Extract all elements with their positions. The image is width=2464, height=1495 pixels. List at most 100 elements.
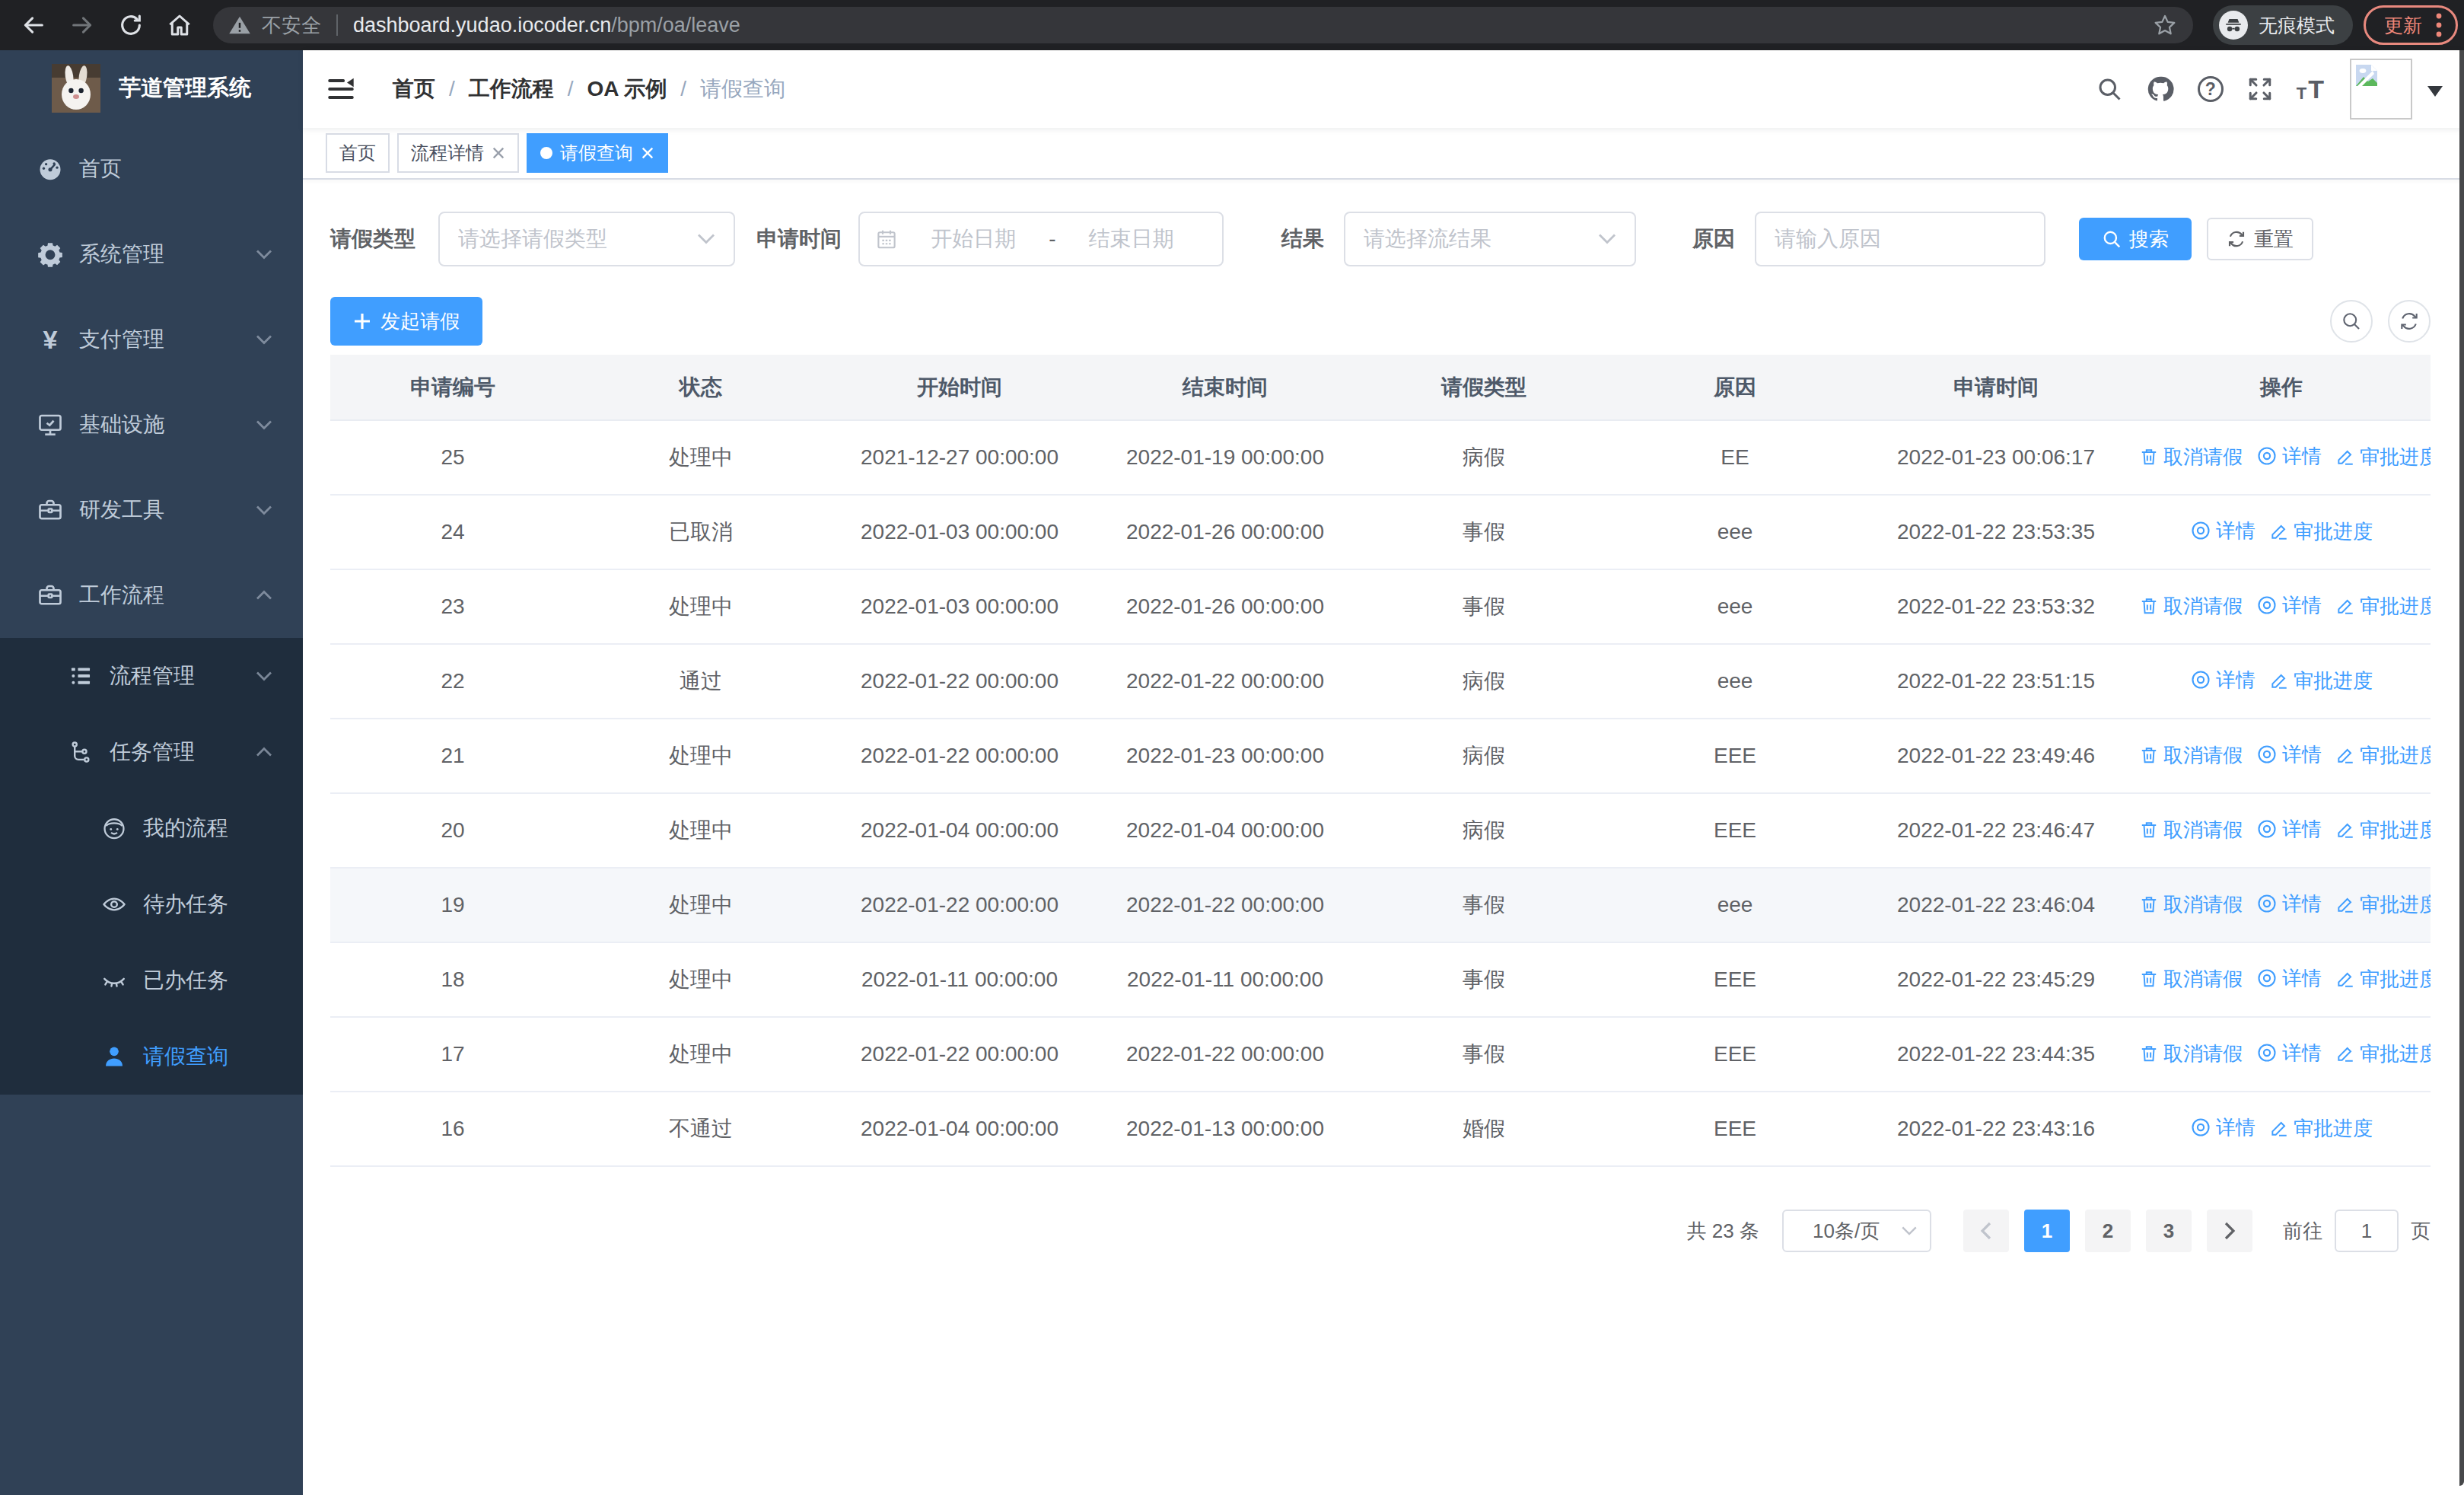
app-logo[interactable]: 芋道管理系统 xyxy=(0,50,303,126)
cancel-leave-link[interactable]: 取消请假 xyxy=(2139,593,2243,620)
cancel-leave-link[interactable]: 取消请假 xyxy=(2139,1041,2243,1067)
refresh-button[interactable] xyxy=(2388,300,2431,343)
detail-link[interactable]: 详情 xyxy=(2256,1040,2322,1066)
cell-actions: 取消请假详情审批进度 xyxy=(2132,1017,2431,1092)
progress-link[interactable]: 审批进度 xyxy=(2335,444,2431,470)
workflow-submenu: 流程管理 任务管理 我的流程 待办任务 xyxy=(0,638,303,1095)
chevron-down-icon[interactable] xyxy=(2427,86,2443,104)
toolbar: 发起请假 xyxy=(330,297,2431,346)
start-date-input[interactable]: 开始日期 xyxy=(931,225,1016,253)
tab-home[interactable]: 首页 xyxy=(326,133,390,173)
cancel-leave-link[interactable]: 取消请假 xyxy=(2139,891,2243,918)
close-icon[interactable] xyxy=(492,146,505,160)
page-button-2[interactable]: 2 xyxy=(2085,1210,2131,1252)
help-icon[interactable]: ? xyxy=(2198,76,2224,102)
home-icon[interactable] xyxy=(155,1,204,49)
sidebar-item-process-mgmt[interactable]: 流程管理 xyxy=(0,638,303,714)
dashboard-icon xyxy=(37,155,64,183)
reset-button[interactable]: 重置 xyxy=(2207,218,2313,260)
sidebar-item-system[interactable]: 系统管理 xyxy=(0,212,303,297)
cell-status: 处理中 xyxy=(575,420,826,495)
tab-label: 请假查询 xyxy=(560,141,633,165)
tab-leave-query[interactable]: 请假查询 xyxy=(527,133,668,173)
breadcrumb-workflow[interactable]: 工作流程 xyxy=(469,75,554,104)
progress-link[interactable]: 审批进度 xyxy=(2335,593,2431,620)
goto-page-input[interactable]: 1 xyxy=(2335,1210,2399,1252)
progress-link[interactable]: 审批进度 xyxy=(2335,1041,2431,1067)
sidebar-item-label: 流程管理 xyxy=(110,661,256,690)
page-button-1[interactable]: 1 xyxy=(2024,1210,2070,1252)
github-icon[interactable] xyxy=(2146,75,2175,104)
bookmark-star-icon[interactable] xyxy=(2152,12,2178,38)
cancel-leave-link[interactable]: 取消请假 xyxy=(2139,817,2243,843)
sidebar-item-infra[interactable]: 基础设施 xyxy=(0,382,303,467)
table-row: 25处理中2021-12-27 00:00:002022-01-19 00:00… xyxy=(330,420,2431,495)
progress-link[interactable]: 审批进度 xyxy=(2335,742,2431,769)
show-search-button[interactable] xyxy=(2330,300,2373,343)
reason-input[interactable]: 请输入原因 xyxy=(1755,212,2045,266)
col-type: 请假类型 xyxy=(1358,355,1610,420)
sidebar-item-payment[interactable]: ¥ 支付管理 xyxy=(0,297,303,382)
address-bar[interactable]: 不安全 dashboard.yudao.iocoder.cn/bpm/oa/le… xyxy=(213,7,2193,43)
detail-link[interactable]: 详情 xyxy=(2190,667,2255,693)
progress-link[interactable]: 审批进度 xyxy=(2335,891,2431,918)
progress-link[interactable]: 审批进度 xyxy=(2269,1115,2373,1142)
breadcrumb-oa[interactable]: OA 示例 xyxy=(587,75,667,104)
progress-link[interactable]: 审批进度 xyxy=(2335,966,2431,993)
detail-link[interactable]: 详情 xyxy=(2256,592,2322,619)
sidebar-item-workflow[interactable]: 工作流程 xyxy=(0,553,303,638)
hamburger-icon[interactable] xyxy=(326,74,356,104)
next-page-button[interactable] xyxy=(2207,1210,2252,1252)
sidebar-item-todo-tasks[interactable]: 待办任务 xyxy=(0,866,303,942)
cell-id: 18 xyxy=(330,942,575,1017)
col-id: 申请编号 xyxy=(330,355,575,420)
placeholder: 请选择请假类型 xyxy=(458,225,697,253)
avatar[interactable] xyxy=(2350,59,2412,120)
sidebar-item-leave-query[interactable]: 请假查询 xyxy=(0,1018,303,1095)
cancel-leave-link[interactable]: 取消请假 xyxy=(2139,966,2243,993)
cell-type: 事假 xyxy=(1358,569,1610,644)
sidebar-item-my-process[interactable]: 我的流程 xyxy=(0,790,303,866)
search-icon[interactable] xyxy=(2096,75,2123,103)
incognito-badge: 无痕模式 xyxy=(2213,5,2353,45)
progress-link[interactable]: 审批进度 xyxy=(2269,518,2373,545)
cancel-leave-link[interactable]: 取消请假 xyxy=(2139,444,2243,470)
back-icon[interactable] xyxy=(9,1,58,49)
detail-link[interactable]: 详情 xyxy=(2190,518,2255,544)
pen-icon xyxy=(2335,969,2355,989)
detail-link[interactable]: 详情 xyxy=(2256,443,2322,470)
create-leave-button[interactable]: 发起请假 xyxy=(330,297,482,346)
cell-end: 2022-01-13 00:00:00 xyxy=(1093,1092,1358,1166)
sidebar-item-done-tasks[interactable]: 已办任务 xyxy=(0,942,303,1018)
update-button[interactable]: 更新 xyxy=(2364,5,2458,45)
detail-link[interactable]: 详情 xyxy=(2256,816,2322,843)
prev-page-button[interactable] xyxy=(1963,1210,2009,1252)
pen-icon xyxy=(2335,745,2355,765)
end-date-input[interactable]: 结束日期 xyxy=(1089,225,1174,253)
sidebar-item-home[interactable]: 首页 xyxy=(0,126,303,212)
close-icon[interactable] xyxy=(641,146,654,160)
font-size-icon[interactable]: TT xyxy=(2297,76,2324,102)
detail-link[interactable]: 详情 xyxy=(2256,891,2322,917)
progress-link[interactable]: 审批进度 xyxy=(2269,668,2373,694)
page-size-select[interactable]: 10条/页 xyxy=(1782,1210,1931,1252)
leave-type-select[interactable]: 请选择请假类型 xyxy=(438,212,735,266)
page-button-3[interactable]: 3 xyxy=(2146,1210,2192,1252)
fullscreen-icon[interactable] xyxy=(2246,75,2274,103)
forward-icon[interactable] xyxy=(58,1,107,49)
detail-link[interactable]: 详情 xyxy=(2256,741,2322,768)
tab-process-detail[interactable]: 流程详情 xyxy=(397,133,519,173)
search-button[interactable]: 搜索 xyxy=(2079,218,2192,260)
sidebar-item-task-mgmt[interactable]: 任务管理 xyxy=(0,714,303,790)
progress-link[interactable]: 审批进度 xyxy=(2335,817,2431,843)
cancel-leave-link[interactable]: 取消请假 xyxy=(2139,742,2243,769)
reload-icon[interactable] xyxy=(107,1,155,49)
detail-link[interactable]: 详情 xyxy=(2256,965,2322,992)
cell-apply: 2022-01-22 23:51:15 xyxy=(1860,644,2132,719)
col-status: 状态 xyxy=(575,355,826,420)
date-range-picker[interactable]: 开始日期 - 结束日期 xyxy=(858,212,1224,266)
breadcrumb-home[interactable]: 首页 xyxy=(393,75,435,104)
detail-link[interactable]: 详情 xyxy=(2190,1114,2255,1141)
sidebar-item-devtools[interactable]: 研发工具 xyxy=(0,467,303,553)
result-select[interactable]: 请选择流结果 xyxy=(1344,212,1636,266)
